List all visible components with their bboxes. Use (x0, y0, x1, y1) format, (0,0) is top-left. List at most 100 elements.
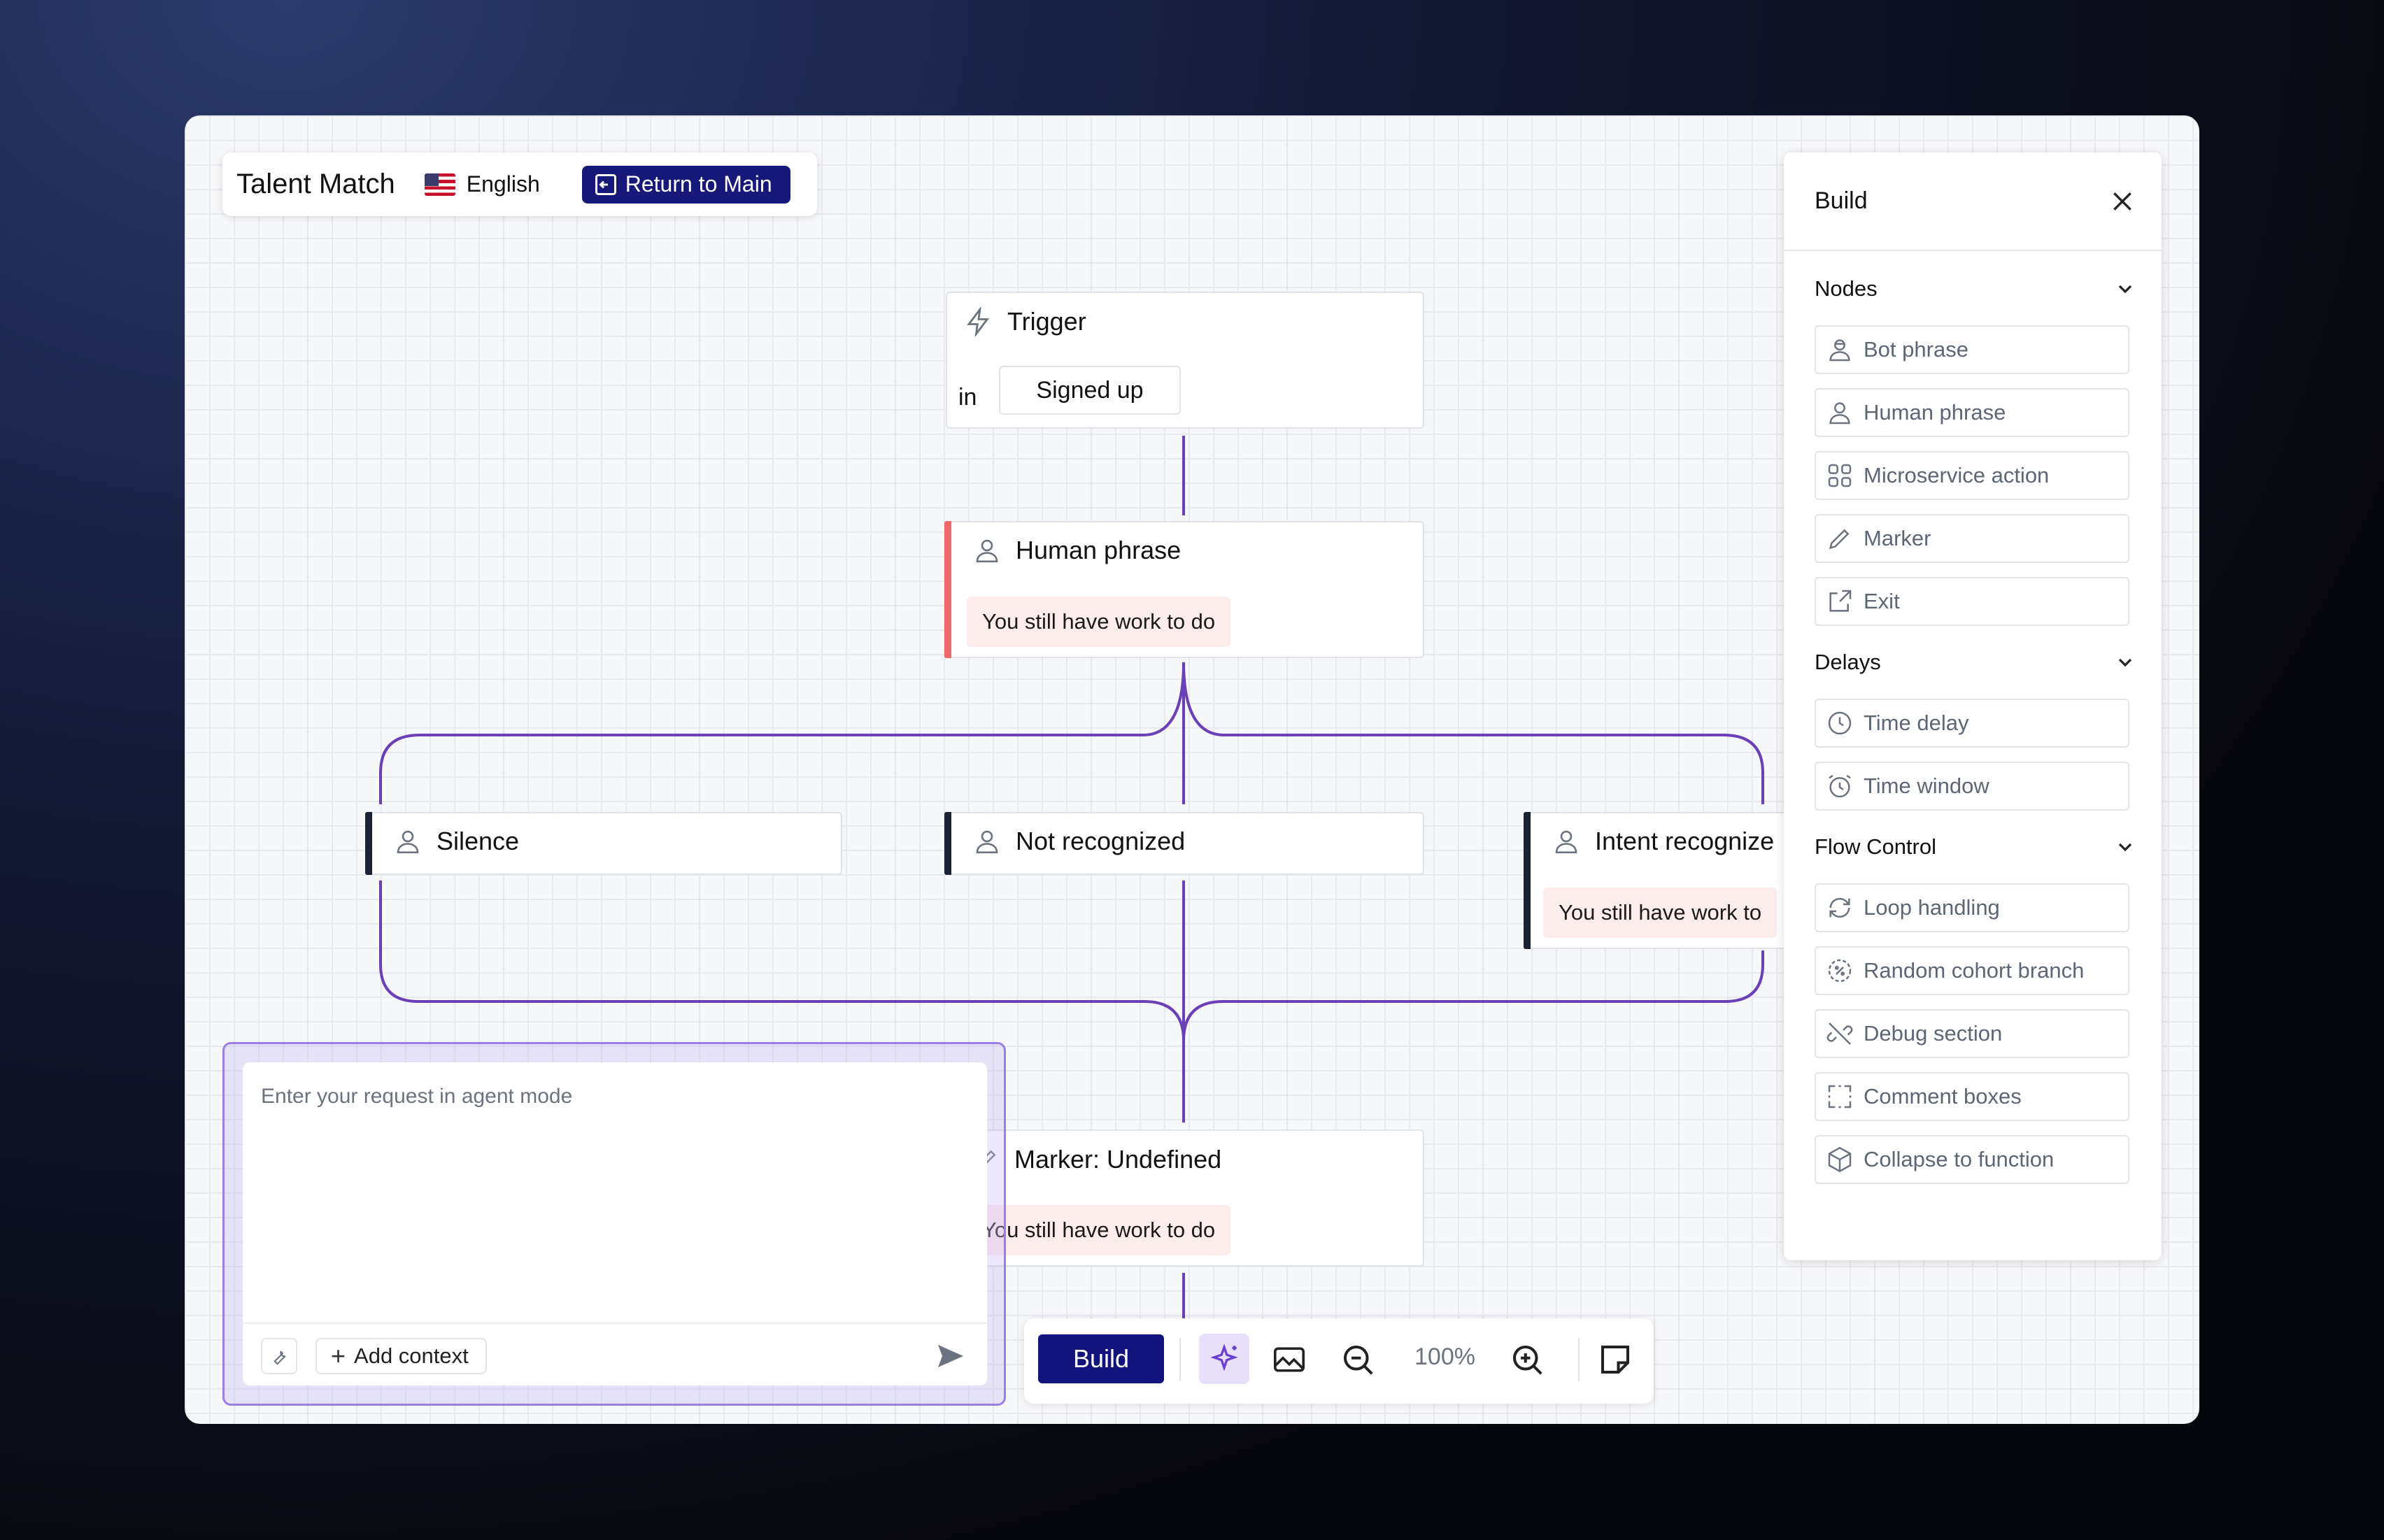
chevron-down-icon (2118, 658, 2132, 667)
error-indicator-bar (944, 521, 951, 658)
us-flag-icon (424, 173, 455, 196)
item-label: Random cohort branch (1864, 958, 2085, 983)
tools-button[interactable] (261, 1338, 297, 1374)
person-icon (976, 830, 998, 854)
person-icon (397, 830, 419, 854)
human-phrase-title: Human phrase (1016, 536, 1182, 564)
item-exit[interactable]: Exit (1815, 577, 2129, 626)
agent-request-input[interactable]: Enter your request in agent mode (261, 1085, 572, 1108)
add-context-button[interactable]: + Add context (315, 1338, 487, 1374)
app-title: Talent Match (236, 169, 395, 199)
top-bar: Talent Match English Return to Main (222, 152, 817, 216)
toolbar-divider (1179, 1338, 1181, 1381)
trigger-node[interactable]: Trigger in Signed up (946, 292, 1424, 429)
chevron-down-icon (2118, 843, 2132, 852)
chevron-down-icon (2118, 285, 2132, 294)
item-label: Comment boxes (1864, 1084, 2022, 1108)
person-icon (1555, 830, 1577, 854)
item-label: Collapse to function (1864, 1147, 2055, 1171)
branch-not-recognized-title: Not recognized (1016, 827, 1186, 855)
item-label: Time window (1864, 773, 1989, 798)
section-nodes-header[interactable]: Nodes (1784, 268, 2162, 310)
item-random-cohort-branch[interactable]: Random cohort branch (1815, 946, 2129, 995)
item-microservice-action[interactable]: Microservice action (1815, 451, 2129, 500)
wrench-icon (274, 1350, 286, 1365)
marker-node[interactable]: Marker: Undefined You still have work to… (946, 1129, 1424, 1267)
warning-badge: You still have work to do (967, 1205, 1231, 1255)
item-time-window[interactable]: Time window (1815, 762, 2129, 811)
build-panel-title: Build (1815, 187, 1868, 214)
item-label: Marker (1864, 526, 1931, 550)
item-time-delay[interactable]: Time delay (1815, 699, 2129, 748)
sparkle-icon (1210, 1343, 1238, 1371)
trigger-event-select[interactable]: Signed up (999, 366, 1181, 415)
ai-sparkle-button[interactable] (1199, 1334, 1249, 1384)
return-to-main-label: Return to Main (625, 171, 772, 197)
language-selector[interactable]: English (424, 171, 540, 197)
broken-link-icon (1826, 1022, 1853, 1045)
branch-indicator-bar (1524, 812, 1531, 949)
warning-badge: You still have work to (1543, 887, 1778, 938)
branch-indicator-bar (365, 812, 372, 875)
item-label: Bot phrase (1864, 337, 1968, 362)
item-label: Exit (1864, 589, 1900, 613)
exit-arrow-icon (595, 173, 616, 195)
section-delays-title: Delays (1815, 650, 1881, 674)
pencil-icon (1829, 529, 1850, 550)
item-marker[interactable]: Marker (1815, 514, 2129, 563)
item-label: Microservice action (1864, 463, 2050, 487)
trigger-title: Trigger (1007, 307, 1086, 336)
dashed-frame-icon (1828, 1085, 1852, 1108)
build-panel: Build Nodes Bot phrase Human phrase Micr… (1784, 152, 2162, 1260)
item-debug-section[interactable]: Debug section (1815, 1009, 2129, 1058)
marker-title: Marker: Undefined (1014, 1145, 1222, 1174)
percent-badge-icon (1828, 959, 1852, 983)
trigger-in-label: in (958, 384, 977, 411)
grid-icon (1828, 464, 1852, 487)
person-icon (976, 539, 998, 563)
language-label: English (466, 171, 540, 197)
bot-icon (1829, 339, 1850, 362)
image-icon[interactable] (1270, 1341, 1308, 1378)
item-loop-handling[interactable]: Loop handling (1815, 883, 2129, 932)
section-delays-header[interactable]: Delays (1784, 641, 2162, 683)
zoom-out-icon[interactable] (1339, 1341, 1377, 1378)
sticky-note-icon[interactable] (1596, 1341, 1634, 1378)
branch-silence-node[interactable]: Silence (365, 812, 842, 875)
send-icon[interactable] (934, 1339, 967, 1373)
zoom-level: 100% (1414, 1343, 1475, 1370)
add-context-label: Add context (354, 1343, 469, 1368)
section-nodes-title: Nodes (1815, 276, 1878, 301)
close-icon[interactable] (2108, 187, 2136, 215)
item-label: Debug section (1864, 1021, 2003, 1046)
item-label: Human phrase (1864, 400, 2006, 425)
section-flow-control-header[interactable]: Flow Control (1784, 826, 2162, 868)
item-comment-boxes[interactable]: Comment boxes (1815, 1072, 2129, 1121)
item-collapse-to-function[interactable]: Collapse to function (1815, 1135, 2129, 1184)
item-human-phrase[interactable]: Human phrase (1815, 388, 2129, 437)
flow-editor-window: Talent Match English Return to Main Trig… (185, 115, 2199, 1424)
clock-icon (1828, 711, 1852, 735)
toolbar-divider (1578, 1338, 1580, 1381)
section-flow-control-title: Flow Control (1815, 834, 1936, 859)
person-icon (1829, 402, 1850, 425)
agent-mode-panel: Enter your request in agent mode + Add c… (222, 1042, 1006, 1406)
warning-badge: You still have work to do (967, 597, 1231, 647)
human-phrase-node[interactable]: Human phrase You still have work to do (944, 521, 1424, 658)
lightning-icon (967, 307, 990, 336)
item-label: Time delay (1864, 711, 1969, 735)
branch-silence-title: Silence (437, 827, 520, 855)
item-bot-phrase[interactable]: Bot phrase (1815, 325, 2129, 374)
loop-icon (1829, 897, 1850, 918)
plus-icon: + (331, 1341, 346, 1370)
canvas-toolbar: Build 100% (1024, 1318, 1654, 1404)
branch-intent-recognized-title: Intent recognize (1595, 827, 1775, 855)
return-to-main-button[interactable]: Return to Main (581, 165, 790, 204)
cube-icon (1828, 1146, 1852, 1173)
branch-not-recognized-node[interactable]: Not recognized (944, 812, 1424, 875)
item-label: Loop handling (1864, 895, 2000, 920)
alarm-clock-icon (1829, 774, 1851, 798)
branch-indicator-bar (944, 812, 951, 875)
zoom-in-icon[interactable] (1508, 1341, 1546, 1378)
build-button[interactable]: Build (1038, 1334, 1164, 1383)
